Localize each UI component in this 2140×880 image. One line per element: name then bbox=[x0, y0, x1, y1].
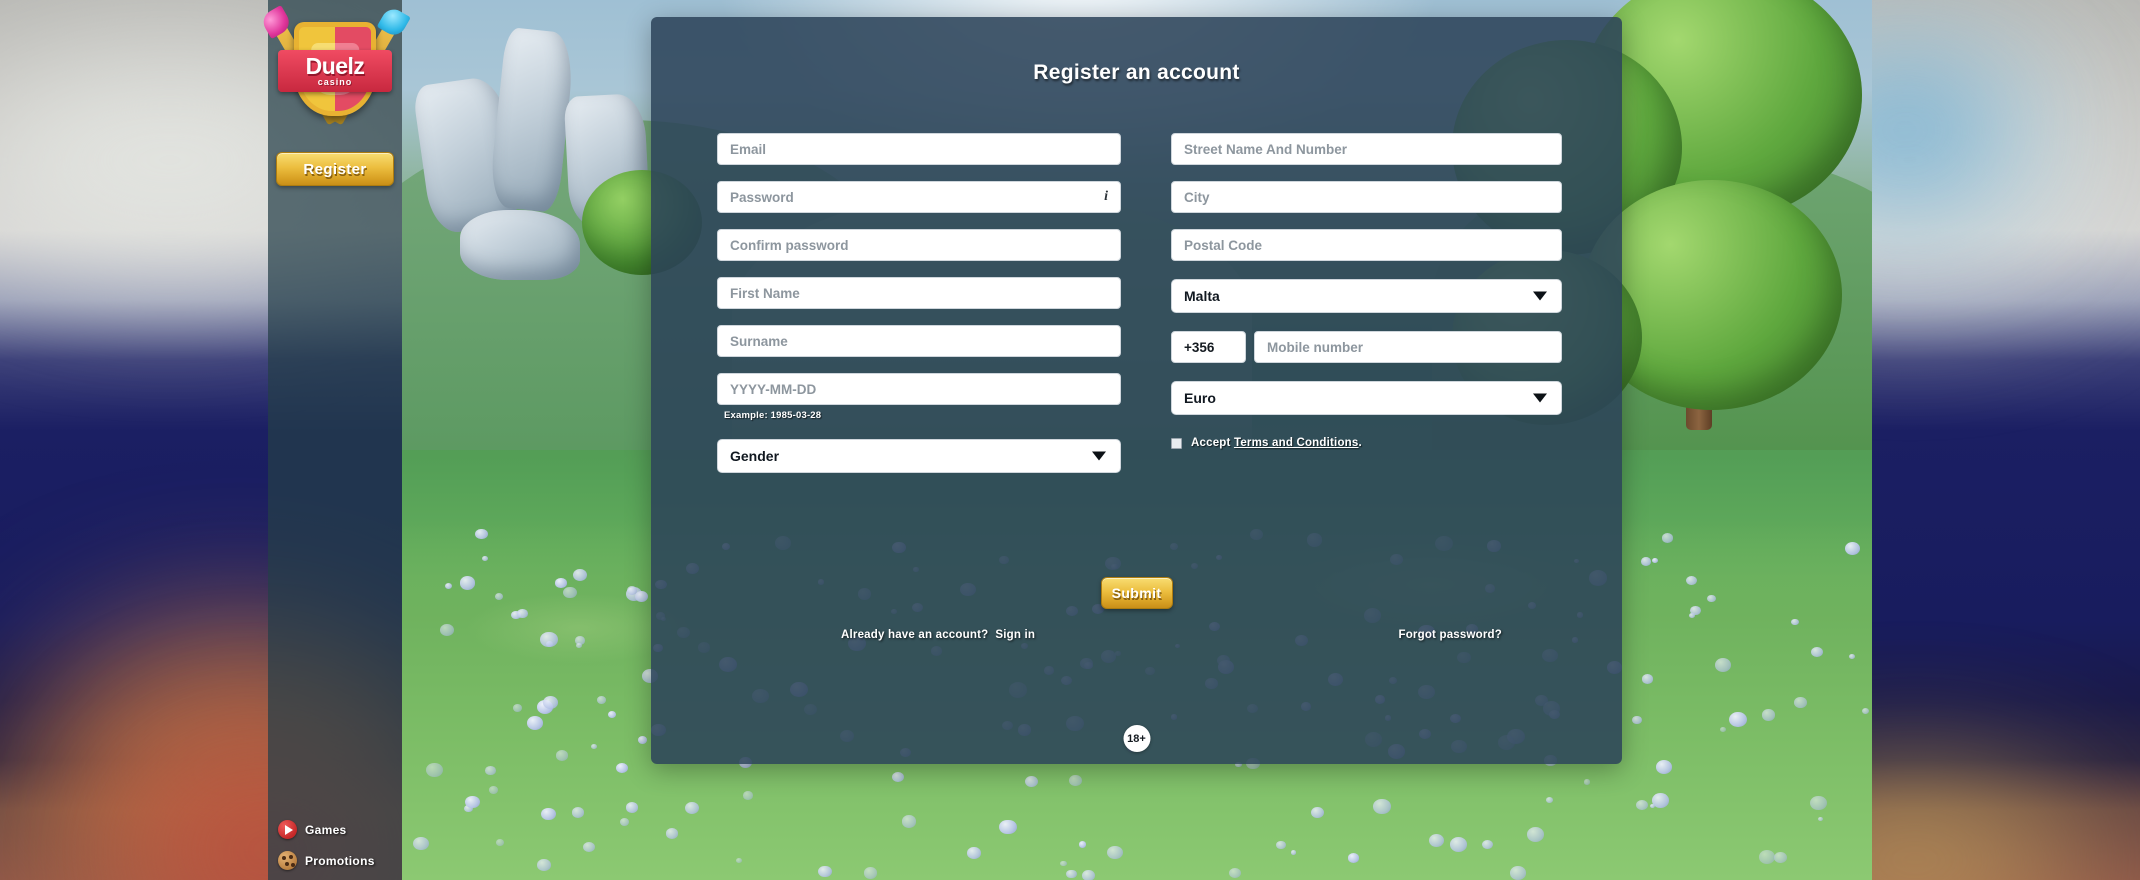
play-icon bbox=[278, 820, 297, 839]
surname-input[interactable] bbox=[717, 325, 1121, 357]
logo-ribbon: Duelz casino bbox=[278, 50, 392, 92]
terms-row: Accept Terms and Conditions. bbox=[1171, 437, 1562, 449]
surname-field-wrap bbox=[717, 325, 1121, 357]
confirm-password-input[interactable] bbox=[717, 229, 1121, 261]
sidebar-item-label: Promotions bbox=[305, 853, 375, 868]
accept-terms-checkbox[interactable] bbox=[1171, 437, 1182, 449]
postal-code-field-wrap bbox=[1171, 229, 1562, 261]
footer-links: Already have an account? Sign in Forgot p… bbox=[841, 629, 1502, 641]
info-icon[interactable]: i bbox=[1104, 189, 1108, 205]
sidebar-item-promotions[interactable]: Promotions bbox=[278, 851, 402, 870]
terms-label: Accept Terms and Conditions. bbox=[1191, 437, 1362, 449]
form-left-column: i Example: 1985-03-28 Gender bbox=[717, 133, 1121, 473]
age-restriction-badge: 18+ bbox=[1123, 725, 1150, 752]
city-input[interactable] bbox=[1171, 181, 1562, 213]
logo-subtitle-text: casino bbox=[317, 76, 353, 87]
chevron-down-icon bbox=[1533, 393, 1547, 403]
duelz-logo[interactable]: Duelz casino bbox=[259, 4, 411, 134]
sidebar-register-button[interactable]: Register bbox=[276, 152, 394, 186]
birthdate-hint: Example: 1985-03-28 bbox=[724, 410, 822, 421]
sidebar-item-label: Games bbox=[305, 822, 347, 837]
mobile-field-wrap bbox=[1254, 331, 1562, 363]
register-panel: Register an account i bbox=[651, 17, 1622, 764]
sidebar-menu: Games Promotions bbox=[268, 820, 402, 870]
terms-suffix: . bbox=[1358, 437, 1362, 449]
page-title: Register an account bbox=[1033, 61, 1240, 84]
country-select-value: Malta bbox=[1184, 288, 1220, 304]
submit-button[interactable]: Submit bbox=[1100, 577, 1173, 609]
country-select[interactable]: Malta bbox=[1171, 279, 1562, 313]
terms-and-conditions-link[interactable]: Terms and Conditions bbox=[1234, 437, 1359, 449]
street-field-wrap bbox=[1171, 133, 1562, 165]
gender-select[interactable]: Gender bbox=[717, 439, 1121, 473]
already-have-account-text: Already have an account? bbox=[841, 629, 989, 641]
sign-in-link[interactable]: Sign in bbox=[995, 629, 1035, 641]
phone-row: +356 bbox=[1171, 331, 1562, 363]
sidebar: Duelz casino Register Games Promotions bbox=[259, 0, 411, 880]
currency-select[interactable]: Euro bbox=[1171, 381, 1562, 415]
logo-brand-text: Duelz bbox=[305, 52, 365, 79]
terms-prefix: Accept bbox=[1191, 437, 1234, 449]
email-field-wrap bbox=[717, 133, 1121, 165]
gender-select-value: Gender bbox=[730, 448, 780, 464]
mobile-number-input[interactable] bbox=[1254, 331, 1562, 363]
sidebar-item-games[interactable]: Games bbox=[278, 820, 402, 839]
chevron-down-icon bbox=[1092, 451, 1106, 461]
first-name-field-wrap bbox=[717, 277, 1121, 309]
currency-select-value: Euro bbox=[1184, 390, 1216, 406]
rock bbox=[460, 210, 580, 280]
phone-prefix-field[interactable]: +356 bbox=[1171, 331, 1246, 363]
email-input[interactable] bbox=[717, 133, 1121, 165]
registration-form: i Example: 1985-03-28 Gender bbox=[717, 133, 1562, 473]
city-field-wrap bbox=[1171, 181, 1562, 213]
form-right-column: Malta +356 Euro Accept Terms and Conditi… bbox=[1171, 133, 1562, 473]
chevron-down-icon bbox=[1533, 291, 1547, 301]
already-have-account: Already have an account? Sign in bbox=[841, 629, 1035, 641]
password-field-wrap: i bbox=[717, 181, 1121, 213]
forgot-password-link[interactable]: Forgot password? bbox=[1398, 629, 1502, 641]
password-input[interactable] bbox=[717, 181, 1121, 213]
street-input[interactable] bbox=[1171, 133, 1562, 165]
confirm-password-field-wrap bbox=[717, 229, 1121, 261]
submit-row: Submit bbox=[651, 577, 1622, 609]
birthdate-input[interactable] bbox=[717, 373, 1121, 405]
postal-code-input[interactable] bbox=[1171, 229, 1562, 261]
cookie-icon bbox=[278, 851, 297, 870]
birthdate-field-wrap: Example: 1985-03-28 bbox=[717, 373, 1121, 421]
first-name-input[interactable] bbox=[717, 277, 1121, 309]
